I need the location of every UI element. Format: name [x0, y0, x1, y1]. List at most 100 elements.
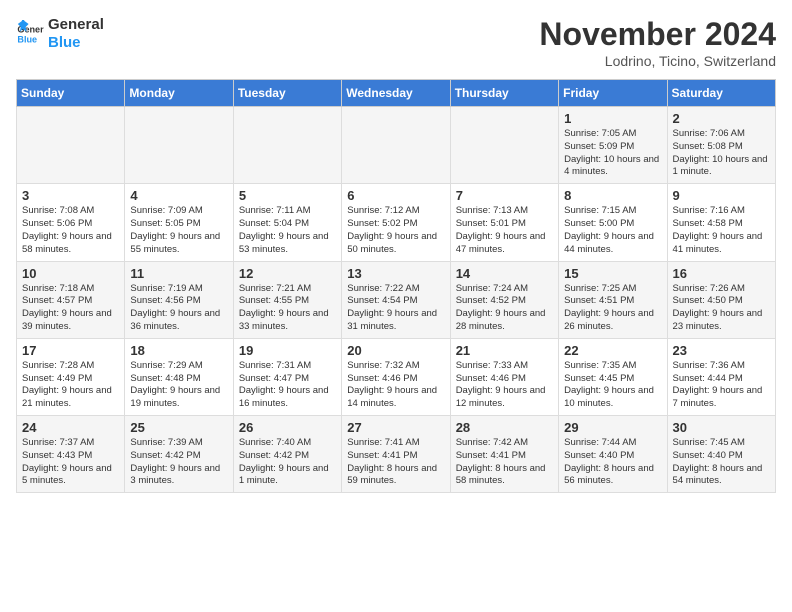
calendar-cell — [17, 107, 125, 184]
calendar-cell: 5Sunrise: 7:11 AM Sunset: 5:04 PM Daylig… — [233, 184, 341, 261]
day-info: Sunrise: 7:06 AM Sunset: 5:08 PM Dayligh… — [673, 128, 770, 179]
calendar-cell — [125, 107, 233, 184]
day-header-monday: Monday — [125, 80, 233, 107]
calendar-cell: 2Sunrise: 7:06 AM Sunset: 5:08 PM Daylig… — [667, 107, 775, 184]
day-header-saturday: Saturday — [667, 80, 775, 107]
calendar-cell: 28 Sunrise: 7:42 AM Sunset: 4:41 PM Dayli… — [450, 416, 558, 493]
calendar-cell: 7 Sunrise: 7:13 AM Sunset: 5:01 PM Daylig… — [450, 184, 558, 261]
day-info: Sunrise: 7:16 AM Sunset: 4:58 PM Dayligh… — [673, 205, 770, 256]
day-header-friday: Friday — [559, 80, 667, 107]
day-number: 20 — [347, 343, 444, 358]
day-number: 7 — [456, 188, 553, 203]
day-number: 8 — [564, 188, 661, 203]
svg-text:Blue: Blue — [17, 34, 37, 44]
day-info: Sunrise: 7:08 AM Sunset: 5:06 PM Dayligh… — [22, 205, 119, 256]
day-number: 19 — [239, 343, 336, 358]
day-number: 28 — [456, 420, 553, 435]
day-info: Sunrise: 7:13 AM Sunset: 5:01 PM Dayligh… — [456, 205, 553, 256]
day-info: Sunrise: 7:09 AM Sunset: 5:05 PM Dayligh… — [130, 205, 227, 256]
calendar-cell: 15 Sunrise: 7:25 AM Sunset: 4:51 PM Dayli… — [559, 261, 667, 338]
calendar-table: SundayMondayTuesdayWednesdayThursdayFrid… — [16, 79, 776, 493]
calendar-header-row: SundayMondayTuesdayWednesdayThursdayFrid… — [17, 80, 776, 107]
calendar-cell: 21 Sunrise: 7:33 AM Sunset: 4:46 PM Dayli… — [450, 338, 558, 415]
day-number: 1 — [564, 111, 661, 126]
calendar-cell: 3 Sunrise: 7:08 AM Sunset: 5:06 PM Daylig… — [17, 184, 125, 261]
day-info: Sunrise: 7:18 AM Sunset: 4:57 PM Dayligh… — [22, 283, 119, 334]
day-info: Sunrise: 7:42 AM Sunset: 4:41 PM Dayligh… — [456, 437, 553, 488]
day-info: Sunrise: 7:28 AM Sunset: 4:49 PM Dayligh… — [22, 360, 119, 411]
calendar-cell: 17 Sunrise: 7:28 AM Sunset: 4:49 PM Dayli… — [17, 338, 125, 415]
calendar-cell — [233, 107, 341, 184]
header: General Blue General Blue November 2024 … — [16, 16, 776, 69]
day-info: Sunrise: 7:32 AM Sunset: 4:46 PM Dayligh… — [347, 360, 444, 411]
day-number: 21 — [456, 343, 553, 358]
day-info: Sunrise: 7:25 AM Sunset: 4:51 PM Dayligh… — [564, 283, 661, 334]
day-header-sunday: Sunday — [17, 80, 125, 107]
day-info: Sunrise: 7:36 AM Sunset: 4:44 PM Dayligh… — [673, 360, 770, 411]
calendar-cell: 16Sunrise: 7:26 AM Sunset: 4:50 PM Dayli… — [667, 261, 775, 338]
day-number: 27 — [347, 420, 444, 435]
day-number: 22 — [564, 343, 661, 358]
calendar-cell: 4 Sunrise: 7:09 AM Sunset: 5:05 PM Daylig… — [125, 184, 233, 261]
day-header-wednesday: Wednesday — [342, 80, 450, 107]
calendar-cell: 10 Sunrise: 7:18 AM Sunset: 4:57 PM Dayli… — [17, 261, 125, 338]
day-header-thursday: Thursday — [450, 80, 558, 107]
day-info: Sunrise: 7:19 AM Sunset: 4:56 PM Dayligh… — [130, 283, 227, 334]
day-info: Sunrise: 7:40 AM Sunset: 4:42 PM Dayligh… — [239, 437, 336, 488]
day-number: 13 — [347, 266, 444, 281]
day-number: 3 — [22, 188, 119, 203]
calendar-cell: 11 Sunrise: 7:19 AM Sunset: 4:56 PM Dayli… — [125, 261, 233, 338]
logo-icon: General Blue — [16, 20, 44, 48]
day-number: 30 — [673, 420, 770, 435]
day-info: Sunrise: 7:12 AM Sunset: 5:02 PM Dayligh… — [347, 205, 444, 256]
day-info: Sunrise: 7:33 AM Sunset: 4:46 PM Dayligh… — [456, 360, 553, 411]
calendar-cell: 12Sunrise: 7:21 AM Sunset: 4:55 PM Dayli… — [233, 261, 341, 338]
day-info: Sunrise: 7:41 AM Sunset: 4:41 PM Dayligh… — [347, 437, 444, 488]
calendar-cell: 27 Sunrise: 7:41 AM Sunset: 4:41 PM Dayli… — [342, 416, 450, 493]
calendar-week-1: 1 Sunrise: 7:05 AM Sunset: 5:09 PM Daylig… — [17, 107, 776, 184]
calendar-cell: 8 Sunrise: 7:15 AM Sunset: 5:00 PM Daylig… — [559, 184, 667, 261]
calendar-cell: 26Sunrise: 7:40 AM Sunset: 4:42 PM Dayli… — [233, 416, 341, 493]
day-info: Sunrise: 7:05 AM Sunset: 5:09 PM Dayligh… — [564, 128, 661, 179]
day-info: Sunrise: 7:44 AM Sunset: 4:40 PM Dayligh… — [564, 437, 661, 488]
calendar-cell — [342, 107, 450, 184]
day-number: 29 — [564, 420, 661, 435]
location: Lodrino, Ticino, Switzerland — [539, 53, 776, 69]
calendar-cell: 9 Sunrise: 7:16 AM Sunset: 4:58 PM Daylig… — [667, 184, 775, 261]
calendar-cell — [450, 107, 558, 184]
day-info: Sunrise: 7:35 AM Sunset: 4:45 PM Dayligh… — [564, 360, 661, 411]
calendar-cell: 25 Sunrise: 7:39 AM Sunset: 4:42 PM Dayli… — [125, 416, 233, 493]
calendar-cell: 24Sunrise: 7:37 AM Sunset: 4:43 PM Dayli… — [17, 416, 125, 493]
day-number: 25 — [130, 420, 227, 435]
calendar-cell: 20 Sunrise: 7:32 AM Sunset: 4:46 PM Dayli… — [342, 338, 450, 415]
day-number: 11 — [130, 266, 227, 281]
day-info: Sunrise: 7:39 AM Sunset: 4:42 PM Dayligh… — [130, 437, 227, 488]
calendar-cell: 19 Sunrise: 7:31 AM Sunset: 4:47 PM Dayli… — [233, 338, 341, 415]
day-info: Sunrise: 7:31 AM Sunset: 4:47 PM Dayligh… — [239, 360, 336, 411]
day-number: 17 — [22, 343, 119, 358]
day-number: 15 — [564, 266, 661, 281]
calendar-cell: 6 Sunrise: 7:12 AM Sunset: 5:02 PM Daylig… — [342, 184, 450, 261]
day-info: Sunrise: 7:22 AM Sunset: 4:54 PM Dayligh… — [347, 283, 444, 334]
day-number: 24 — [22, 420, 119, 435]
day-number: 4 — [130, 188, 227, 203]
title-area: November 2024 Lodrino, Ticino, Switzerla… — [539, 16, 776, 69]
calendar-cell: 30Sunrise: 7:45 AM Sunset: 4:40 PM Dayli… — [667, 416, 775, 493]
calendar-cell: 1 Sunrise: 7:05 AM Sunset: 5:09 PM Daylig… — [559, 107, 667, 184]
day-info: Sunrise: 7:11 AM Sunset: 5:04 PM Dayligh… — [239, 205, 336, 256]
month-title: November 2024 — [539, 16, 776, 53]
day-number: 10 — [22, 266, 119, 281]
day-header-tuesday: Tuesday — [233, 80, 341, 107]
day-info: Sunrise: 7:24 AM Sunset: 4:52 PM Dayligh… — [456, 283, 553, 334]
day-info: Sunrise: 7:21 AM Sunset: 4:55 PM Dayligh… — [239, 283, 336, 334]
day-number: 9 — [673, 188, 770, 203]
calendar-week-5: 24Sunrise: 7:37 AM Sunset: 4:43 PM Dayli… — [17, 416, 776, 493]
calendar-week-4: 17 Sunrise: 7:28 AM Sunset: 4:49 PM Dayli… — [17, 338, 776, 415]
day-info: Sunrise: 7:29 AM Sunset: 4:48 PM Dayligh… — [130, 360, 227, 411]
calendar-cell: 22 Sunrise: 7:35 AM Sunset: 4:45 PM Dayli… — [559, 338, 667, 415]
day-number: 16 — [673, 266, 770, 281]
calendar-week-3: 10 Sunrise: 7:18 AM Sunset: 4:57 PM Dayli… — [17, 261, 776, 338]
day-number: 6 — [347, 188, 444, 203]
day-info: Sunrise: 7:15 AM Sunset: 5:00 PM Dayligh… — [564, 205, 661, 256]
calendar-week-2: 3 Sunrise: 7:08 AM Sunset: 5:06 PM Daylig… — [17, 184, 776, 261]
